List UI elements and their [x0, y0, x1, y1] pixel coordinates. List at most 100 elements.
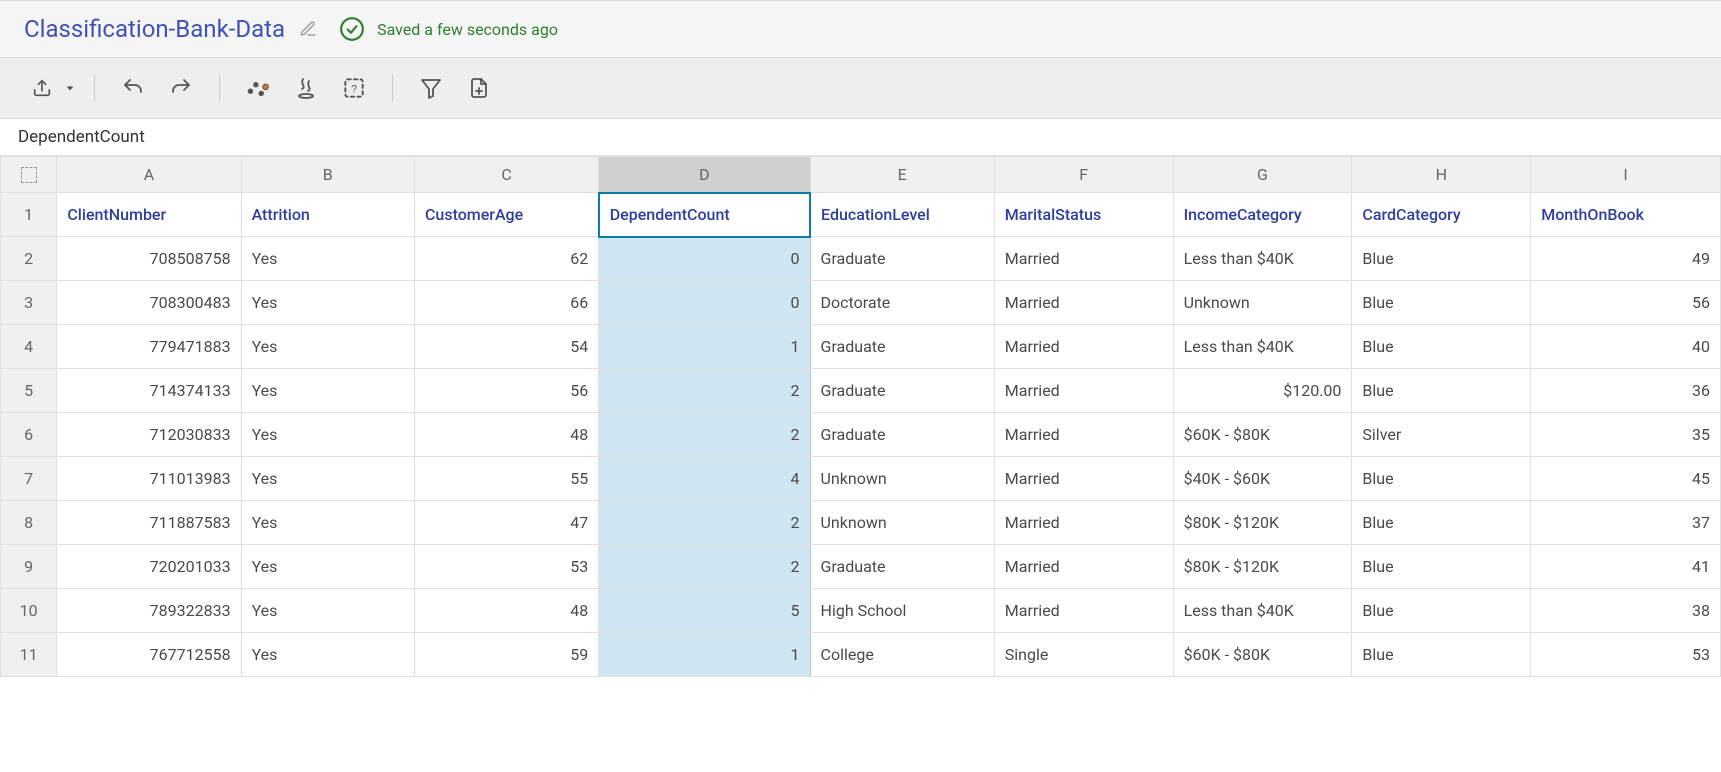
redo-button[interactable] — [157, 68, 205, 108]
header-cell-EducationLevel[interactable]: EducationLevel — [810, 193, 994, 237]
filter-button[interactable] — [407, 68, 455, 108]
cell[interactable]: 40 — [1531, 325, 1721, 369]
cell[interactable]: $40K - $60K — [1173, 457, 1352, 501]
cell[interactable]: Yes — [241, 325, 414, 369]
row-number[interactable]: 6 — [1, 413, 57, 457]
export-dropdown-icon[interactable] — [60, 83, 80, 93]
header-cell-DependentCount[interactable]: DependentCount — [599, 193, 810, 237]
header-cell-MonthOnBook[interactable]: MonthOnBook — [1531, 193, 1721, 237]
cell[interactable]: Married — [994, 237, 1173, 281]
edit-title-icon[interactable] — [299, 20, 317, 38]
cell[interactable]: Graduate — [810, 369, 994, 413]
header-cell-CustomerAge[interactable]: CustomerAge — [414, 193, 598, 237]
column-header-D[interactable]: D — [599, 157, 810, 193]
cell[interactable]: 0 — [599, 281, 810, 325]
row-number[interactable]: 9 — [1, 545, 57, 589]
cell[interactable]: 38 — [1531, 589, 1721, 633]
cell[interactable]: 720201033 — [57, 545, 241, 589]
undo-button[interactable] — [109, 68, 157, 108]
row-number[interactable]: 7 — [1, 457, 57, 501]
cell[interactable]: $80K - $120K — [1173, 545, 1352, 589]
steps-button[interactable] — [282, 68, 330, 108]
header-cell-Attrition[interactable]: Attrition — [241, 193, 414, 237]
cell[interactable]: Blue — [1352, 281, 1531, 325]
cell[interactable]: Yes — [241, 413, 414, 457]
cell[interactable]: Yes — [241, 237, 414, 281]
cell[interactable]: Yes — [241, 369, 414, 413]
cell[interactable]: Less than $40K — [1173, 237, 1352, 281]
row-number[interactable]: 4 — [1, 325, 57, 369]
cell[interactable]: Silver — [1352, 413, 1531, 457]
cell[interactable]: 41 — [1531, 545, 1721, 589]
column-header-B[interactable]: B — [241, 157, 414, 193]
cell[interactable]: Blue — [1352, 325, 1531, 369]
cell[interactable]: Unknown — [1173, 281, 1352, 325]
cell[interactable]: Graduate — [810, 325, 994, 369]
cell[interactable]: 45 — [1531, 457, 1721, 501]
cell[interactable]: 2 — [599, 413, 810, 457]
cell[interactable]: Blue — [1352, 589, 1531, 633]
row-number[interactable]: 3 — [1, 281, 57, 325]
cell[interactable]: 767712558 — [57, 633, 241, 677]
cell[interactable]: Blue — [1352, 633, 1531, 677]
cell[interactable]: 66 — [414, 281, 598, 325]
cell[interactable]: 56 — [414, 369, 598, 413]
column-header-E[interactable]: E — [810, 157, 994, 193]
cell[interactable]: 711887583 — [57, 501, 241, 545]
row-number[interactable]: 11 — [1, 633, 57, 677]
cell[interactable]: Blue — [1352, 237, 1531, 281]
cell[interactable]: Yes — [241, 589, 414, 633]
cell[interactable]: Less than $40K — [1173, 589, 1352, 633]
cell[interactable]: 708300483 — [57, 281, 241, 325]
cell[interactable]: 708508758 — [57, 237, 241, 281]
cell[interactable]: Yes — [241, 545, 414, 589]
column-header-A[interactable]: A — [57, 157, 241, 193]
cell[interactable]: 789322833 — [57, 589, 241, 633]
cell[interactable]: 48 — [414, 413, 598, 457]
row-number[interactable]: 10 — [1, 589, 57, 633]
cell[interactable]: 48 — [414, 589, 598, 633]
cell[interactable]: 49 — [1531, 237, 1721, 281]
cell[interactable]: $120.00 — [1173, 369, 1352, 413]
cell[interactable]: 711013983 — [57, 457, 241, 501]
add-column-button[interactable] — [455, 68, 503, 108]
cell[interactable]: 5 — [599, 589, 810, 633]
cell[interactable]: 53 — [414, 545, 598, 589]
cell[interactable]: Married — [994, 413, 1173, 457]
cell[interactable]: 1 — [599, 633, 810, 677]
cell[interactable]: Graduate — [810, 413, 994, 457]
cell[interactable]: 62 — [414, 237, 598, 281]
header-cell-CardCategory[interactable]: CardCategory — [1352, 193, 1531, 237]
cell[interactable]: High School — [810, 589, 994, 633]
header-cell-MaritalStatus[interactable]: MaritalStatus — [994, 193, 1173, 237]
cell[interactable]: 35 — [1531, 413, 1721, 457]
cell[interactable]: Single — [994, 633, 1173, 677]
cell[interactable]: 1 — [599, 325, 810, 369]
name-box[interactable]: DependentCount — [18, 127, 145, 147]
cell[interactable]: 714374133 — [57, 369, 241, 413]
row-number[interactable]: 5 — [1, 369, 57, 413]
cell[interactable]: 779471883 — [57, 325, 241, 369]
cell[interactable]: Married — [994, 457, 1173, 501]
detect-button[interactable]: ? — [330, 68, 378, 108]
cell[interactable]: Blue — [1352, 545, 1531, 589]
cell[interactable]: 54 — [414, 325, 598, 369]
cell[interactable]: $60K - $80K — [1173, 633, 1352, 677]
cell[interactable]: Married — [994, 369, 1173, 413]
cell[interactable]: Blue — [1352, 501, 1531, 545]
spreadsheet-container[interactable]: ABCDEFGHI 1ClientNumberAttritionCustomer… — [0, 156, 1721, 746]
cell[interactable]: Unknown — [810, 501, 994, 545]
profile-button[interactable] — [234, 68, 282, 108]
cell[interactable]: Unknown — [810, 457, 994, 501]
cell[interactable]: Graduate — [810, 237, 994, 281]
row-number[interactable]: 2 — [1, 237, 57, 281]
cell[interactable]: Blue — [1352, 369, 1531, 413]
cell[interactable]: Blue — [1352, 457, 1531, 501]
cell[interactable]: 56 — [1531, 281, 1721, 325]
cell[interactable]: $80K - $120K — [1173, 501, 1352, 545]
cell[interactable]: 2 — [599, 501, 810, 545]
column-header-F[interactable]: F — [994, 157, 1173, 193]
cell[interactable]: Yes — [241, 281, 414, 325]
row-number[interactable]: 8 — [1, 501, 57, 545]
cell[interactable]: Graduate — [810, 545, 994, 589]
